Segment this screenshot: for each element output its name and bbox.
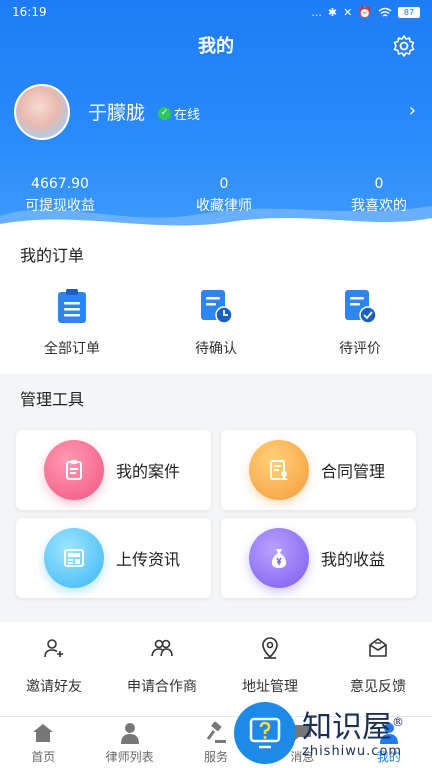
order-all-button[interactable]: 全部订单 <box>12 288 132 358</box>
my-cases-label: 我的案件 <box>116 462 181 481</box>
alarm-icon: ⏰ <box>358 5 372 19</box>
tools-section-title: 管理工具 <box>20 390 85 409</box>
stat-value: 4667.90 <box>31 176 89 192</box>
upload-news-label: 上传资讯 <box>116 550 181 569</box>
profile-header: 16:19 ... ✱ ✕ ⏰ 87 我的 于朦胧 ✓ 在线 › 4667.90… <box>0 0 432 236</box>
profile-chevron-right-icon[interactable]: › <box>409 100 416 121</box>
tab-services[interactable]: 服务 <box>173 717 259 768</box>
stat-label: 收藏律师 <box>196 198 252 214</box>
avatar[interactable] <box>14 84 70 140</box>
contract-management-button[interactable]: 合同管理 <box>221 430 416 510</box>
online-status: ✓ 在线 <box>158 104 200 123</box>
partners-icon <box>151 639 173 657</box>
tab-messages-label: 消息 <box>290 750 315 764</box>
feedback-label: 意见反馈 <box>350 679 406 695</box>
username: 于朦胧 <box>88 102 146 124</box>
quick-actions-bar: 邀请好友 申请合作商 地址管理 意见反馈 <box>0 622 432 716</box>
page-title: 我的 <box>198 36 234 57</box>
news-icon <box>44 528 104 588</box>
contract-management-label: 合同管理 <box>321 462 386 481</box>
my-cases-button[interactable]: 我的案件 <box>16 430 211 510</box>
online-status-label: 在线 <box>174 108 201 123</box>
upload-news-button[interactable]: 上传资讯 <box>16 518 211 598</box>
message-icon <box>293 725 312 741</box>
battery-indicator: 87 <box>398 6 420 18</box>
location-pin-icon <box>262 637 278 659</box>
orders-section: 我的订单 全部订单 待确认 待评价 <box>0 236 432 374</box>
stat-label: 可提现收益 <box>25 198 95 214</box>
gavel-icon <box>206 721 226 743</box>
stat-value: 0 <box>219 176 229 192</box>
feedback-button[interactable]: 意见反馈 <box>324 622 432 716</box>
apply-partner-button[interactable]: 申请合作商 <box>108 622 216 716</box>
invite-friends-button[interactable]: 邀请好友 <box>0 622 108 716</box>
case-icon <box>44 440 104 500</box>
feedback-icon <box>369 638 387 657</box>
online-check-icon: ✓ <box>158 107 171 120</box>
order-pending-review-button[interactable]: 待评价 <box>300 288 420 358</box>
address-management-button[interactable]: 地址管理 <box>216 622 324 716</box>
order-all-label: 全部订单 <box>44 341 100 357</box>
document-check-icon <box>345 290 377 324</box>
stat-withdrawable-earnings[interactable]: 4667.90 可提现收益 <box>20 176 100 215</box>
tab-lawyer-list[interactable]: 律师列表 <box>86 717 172 768</box>
status-bar: 16:19 ... ✱ ✕ ⏰ 87 <box>0 0 432 24</box>
add-user-icon <box>44 639 63 658</box>
tab-home[interactable]: 首页 <box>0 717 86 768</box>
money-bag-icon <box>249 528 309 588</box>
address-management-label: 地址管理 <box>242 679 298 695</box>
tab-lawyer-list-label: 律师列表 <box>105 750 154 764</box>
tab-profile-label: 我的 <box>376 750 401 764</box>
lawyer-icon <box>120 723 139 744</box>
tab-services-label: 服务 <box>203 750 228 764</box>
my-earnings-label: 我的收益 <box>321 550 386 569</box>
stat-my-likes[interactable]: 0 我喜欢的 <box>340 176 418 215</box>
order-pending-review-label: 待评价 <box>339 341 381 357</box>
contract-icon <box>249 440 309 500</box>
stat-label: 我喜欢的 <box>351 198 407 214</box>
tab-profile[interactable]: 我的 <box>346 717 432 768</box>
tab-home-label: 首页 <box>31 750 56 764</box>
more-dots-icon: ... <box>311 5 322 19</box>
profile-icon <box>379 723 398 744</box>
apply-partner-label: 申请合作商 <box>127 679 197 695</box>
home-icon <box>33 724 54 742</box>
document-clock-icon <box>201 290 233 324</box>
status-time: 16:19 <box>12 5 47 19</box>
settings-gear-icon[interactable] <box>392 34 416 58</box>
mute-icon: ✕ <box>343 5 353 19</box>
orders-section-title: 我的订单 <box>20 246 85 265</box>
invite-friends-label: 邀请好友 <box>26 679 82 695</box>
stat-saved-lawyers[interactable]: 0 收藏律师 <box>184 176 264 215</box>
bottom-tab-bar: 首页 律师列表 服务 消息 我的 <box>0 716 432 768</box>
tab-messages[interactable]: 消息 <box>259 717 345 768</box>
clipboard-list-icon <box>58 289 86 323</box>
bluetooth-icon: ✱ <box>327 5 338 19</box>
order-pending-confirm-button[interactable]: 待确认 <box>156 288 276 358</box>
my-earnings-button[interactable]: 我的收益 <box>221 518 416 598</box>
management-tools-section: 管理工具 我的案件 合同管理 上传资讯 我的收益 <box>0 374 432 620</box>
order-pending-confirm-label: 待确认 <box>195 341 237 357</box>
wifi-icon <box>378 7 392 17</box>
stat-value: 0 <box>374 176 384 192</box>
